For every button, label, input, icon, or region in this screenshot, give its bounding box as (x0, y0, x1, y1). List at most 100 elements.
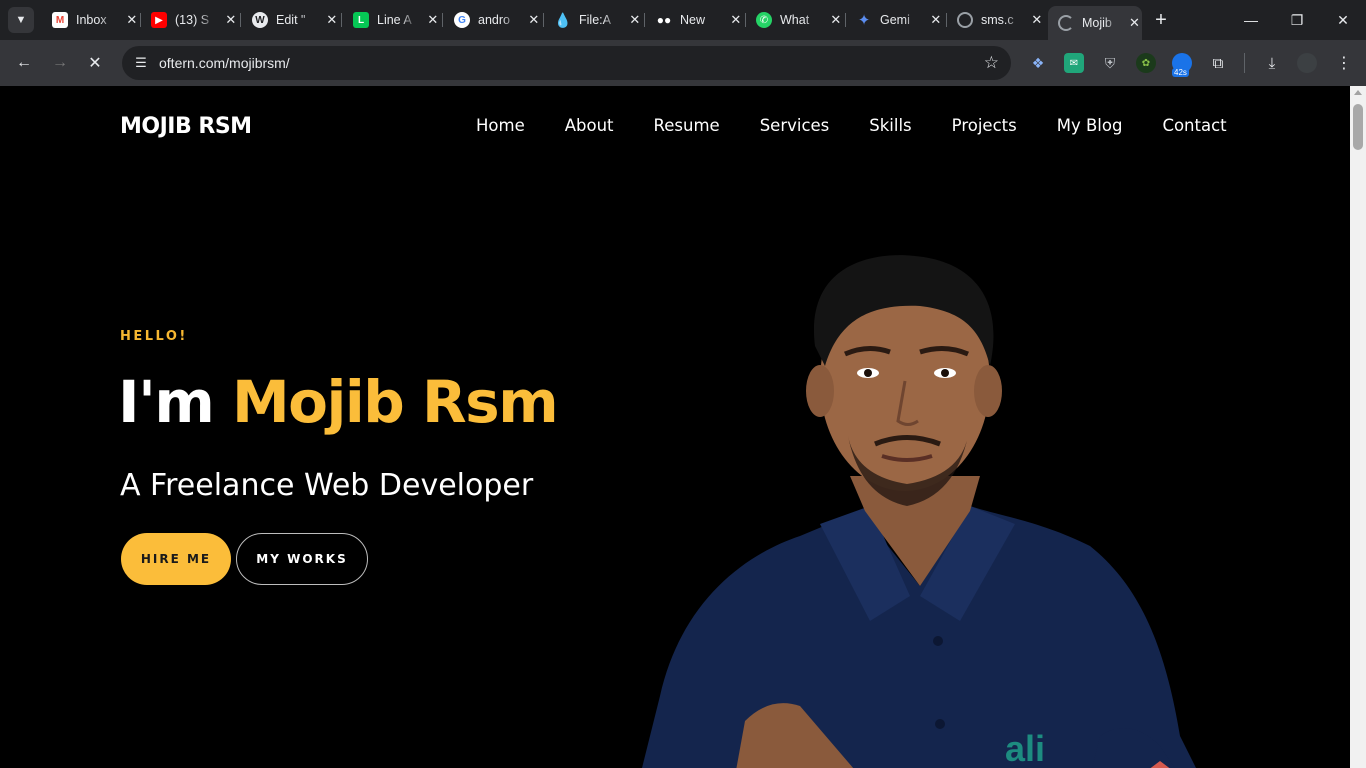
tab-title: (13) S (175, 13, 210, 27)
headline-name: Mojib Rsm (231, 368, 559, 436)
forward-button[interactable]: → (47, 50, 73, 76)
new-tab-button[interactable]: + (1150, 9, 1172, 31)
arrow-left-icon: ← (16, 54, 32, 71)
minimize-button[interactable]: — (1228, 8, 1274, 32)
tab-title: New (680, 13, 706, 27)
tab-file[interactable]: 💧 File:A ✕ (545, 6, 643, 34)
tab-youtube[interactable]: ▶ (13) S ✕ (141, 6, 239, 34)
line-icon: L (353, 12, 369, 28)
close-icon[interactable]: ✕ (526, 11, 542, 29)
close-icon[interactable]: ✕ (1127, 14, 1142, 32)
tab-search-button[interactable]: ▼ (8, 7, 34, 33)
tab-title: Inbox (76, 13, 107, 27)
google-icon: G (454, 12, 470, 28)
nav-services[interactable]: Services (760, 116, 830, 135)
stop-loading-button[interactable]: ✕ (82, 50, 108, 76)
tab-strip: ▼ M Inbox ✕ ▶ (13) S ✕ W Edit " ✕ L Line… (0, 0, 1366, 40)
hero-subtitle: A Freelance Web Developer (120, 468, 534, 503)
close-icon[interactable]: ✕ (425, 11, 441, 29)
globe-icon (957, 12, 973, 28)
menu-kebab-icon[interactable]: ⋮ (1334, 53, 1354, 73)
tab-title: Mojib (1082, 16, 1112, 30)
extension-shield-icon[interactable]: ❖ (1028, 53, 1048, 73)
shirt-logo-text: ali (1005, 728, 1045, 768)
gemini-icon: ✦ (857, 12, 871, 29)
url-text[interactable]: oftern.com/mojibrsm/ (159, 55, 290, 71)
extension-badge-icon[interactable]: 42s (1172, 53, 1192, 77)
close-icon[interactable]: ✕ (928, 11, 944, 29)
close-icon: ✕ (88, 55, 102, 72)
browser-toolbar: ← → ✕ ☰ oftern.com/mojibrsm/ ☆ ❖ ✉ ⛨ ✿ 4… (0, 40, 1366, 86)
toolbar-divider (1244, 53, 1245, 73)
my-works-button[interactable]: MY WORKS (236, 533, 368, 585)
arrow-right-icon: → (52, 54, 68, 71)
portrait-image: ali (642, 255, 1196, 768)
close-icon[interactable]: ✕ (728, 11, 744, 29)
tab-wordpress[interactable]: W Edit " ✕ (242, 6, 340, 34)
drop-icon: 💧 (554, 11, 572, 28)
tab-mojib-active[interactable]: Mojib ✕ (1048, 6, 1142, 40)
tab-medium[interactable]: ●● New ✕ (646, 6, 744, 34)
close-icon: ✕ (1337, 11, 1349, 28)
hire-me-button[interactable]: HIRE ME (121, 533, 231, 585)
wordpress-icon: W (252, 12, 268, 28)
minimize-icon: — (1244, 12, 1258, 28)
tab-whatsapp[interactable]: ✆ What ✕ (746, 6, 844, 34)
tab-title: Edit " (276, 13, 306, 27)
extension-privacy-icon[interactable]: ⛨ (1100, 53, 1120, 73)
extension-leaf-icon[interactable]: ✿ (1136, 53, 1156, 73)
tab-title: File:A (579, 13, 611, 27)
tab-gemini[interactable]: ✦ Gemi ✕ (846, 6, 944, 34)
hero-headline: I'm Mojib Rsm (118, 368, 559, 436)
tab-separator (341, 13, 342, 27)
tab-google[interactable]: G andro ✕ (444, 6, 542, 34)
restore-icon: ❐ (1290, 11, 1304, 28)
tab-separator (543, 13, 544, 27)
chevron-down-icon: ▼ (15, 14, 27, 26)
tab-title: Line A (377, 13, 412, 27)
plus-icon: + (1155, 8, 1167, 31)
tab-title: Gemi (880, 13, 910, 27)
restore-button[interactable]: ❐ (1274, 8, 1320, 32)
nav-contact[interactable]: Contact (1162, 116, 1226, 135)
tab-separator (442, 13, 443, 27)
bookmark-star-icon[interactable]: ☆ (984, 53, 999, 73)
extension-mail-icon[interactable]: ✉ (1064, 53, 1084, 73)
nav-skills[interactable]: Skills (869, 116, 911, 135)
page-scrollbar[interactable] (1350, 86, 1366, 768)
loading-icon (1058, 15, 1074, 31)
scroll-up-arrow-icon[interactable] (1354, 90, 1362, 95)
nav-home[interactable]: Home (476, 116, 525, 135)
close-icon[interactable]: ✕ (627, 11, 643, 29)
close-icon[interactable]: ✕ (1029, 11, 1045, 29)
profile-avatar[interactable] (1297, 53, 1317, 73)
tab-title: What (780, 13, 810, 27)
scrollbar-thumb[interactable] (1353, 104, 1363, 150)
main-nav: Home About Resume Services Skills Projec… (476, 116, 1267, 135)
site-logo[interactable]: MOJIB RSM (120, 114, 252, 139)
address-bar[interactable]: ☰ oftern.com/mojibrsm/ ☆ (122, 46, 1011, 80)
tab-line[interactable]: L Line A ✕ (343, 6, 441, 34)
close-icon[interactable]: ✕ (124, 11, 140, 29)
tab-gmail[interactable]: M Inbox ✕ (42, 6, 140, 34)
nav-projects[interactable]: Projects (952, 116, 1017, 135)
tab-sms[interactable]: sms.c ✕ (947, 6, 1045, 34)
site-settings-icon[interactable]: ☰ (132, 54, 150, 72)
back-button[interactable]: ← (11, 50, 37, 76)
youtube-icon: ▶ (151, 12, 167, 28)
extension-badge-count: 42s (1172, 68, 1189, 77)
website-viewport: MOJIB RSM Home About Resume Services Ski… (0, 86, 1350, 768)
nav-resume[interactable]: Resume (654, 116, 720, 135)
extensions-puzzle-icon[interactable]: ⧉ (1208, 53, 1228, 73)
tab-separator (240, 13, 241, 27)
tab-title: andro (478, 13, 510, 27)
download-icon[interactable]: ⤓ (1262, 53, 1282, 73)
hero-kicker: HELLO! (120, 329, 188, 344)
close-icon[interactable]: ✕ (223, 11, 239, 29)
close-window-button[interactable]: ✕ (1320, 8, 1366, 32)
nav-my-blog[interactable]: My Blog (1057, 116, 1123, 135)
close-icon[interactable]: ✕ (324, 11, 340, 29)
nav-about[interactable]: About (565, 116, 614, 135)
medium-icon: ●● (656, 13, 672, 27)
close-icon[interactable]: ✕ (828, 11, 844, 29)
